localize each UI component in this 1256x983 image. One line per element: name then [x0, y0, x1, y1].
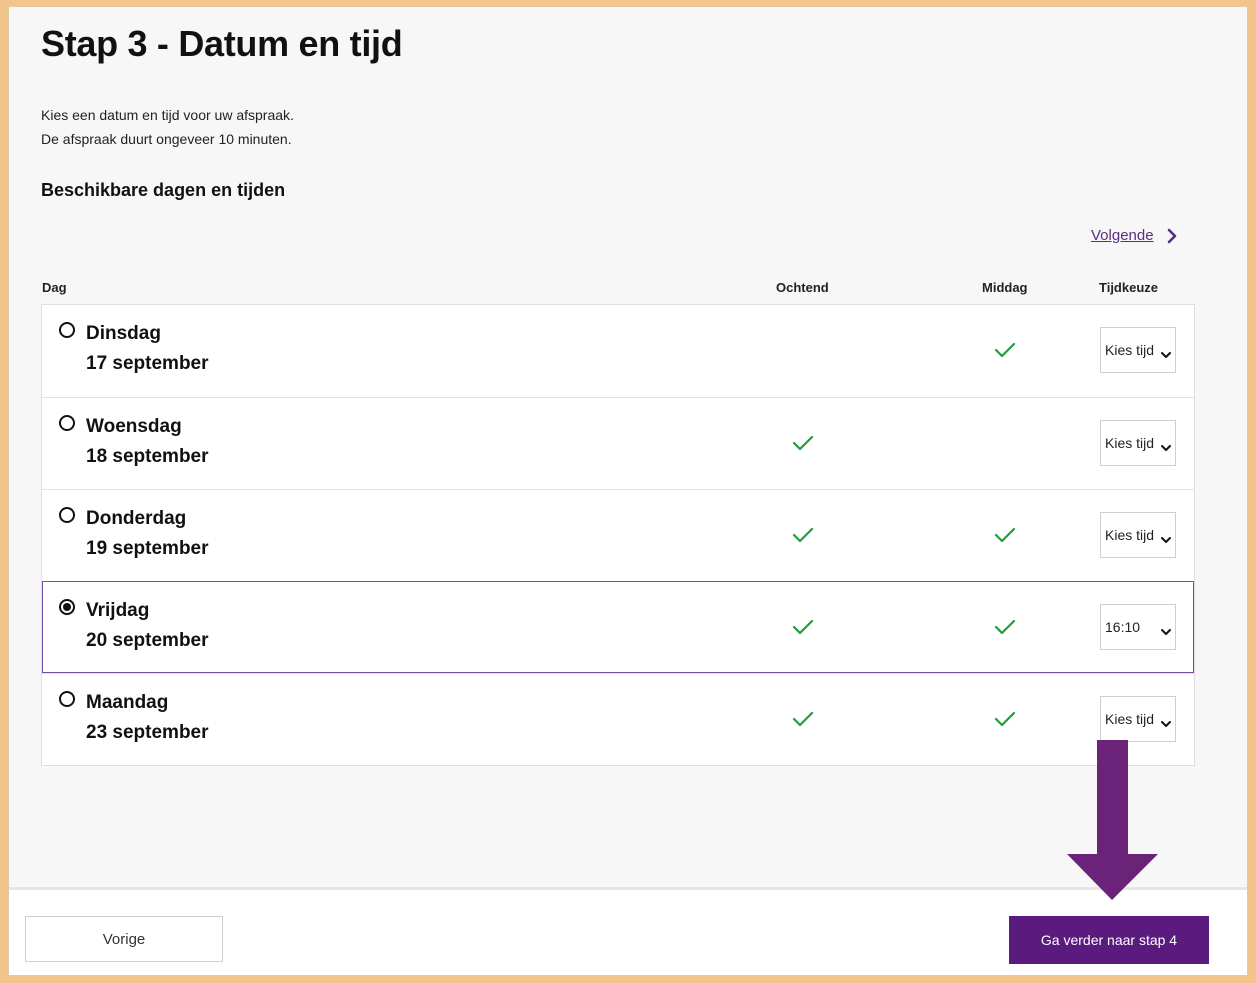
- column-header-morning: Ochtend: [776, 280, 829, 295]
- day-date: 17 september: [86, 353, 209, 374]
- chevron-down-icon: [1161, 715, 1171, 727]
- previous-button[interactable]: Vorige: [25, 916, 223, 962]
- time-select-value: 16:10: [1105, 619, 1141, 635]
- day-name: Vrijdag: [86, 600, 150, 621]
- morning-check-icon: [792, 618, 814, 636]
- day-radio[interactable]: [59, 691, 75, 707]
- afternoon-check-icon: [994, 618, 1016, 636]
- table-row[interactable]: Maandag 23 september Kies tijd: [42, 673, 1194, 765]
- time-select[interactable]: Kies tijd: [1100, 327, 1176, 373]
- availability-table: Dinsdag 17 september Kies tijd Woensdag 18 s…: [41, 304, 1195, 766]
- time-select-value: Kies tijd: [1105, 435, 1155, 451]
- afternoon-check-icon: [994, 710, 1016, 728]
- next-week-link[interactable]: Volgende: [1091, 227, 1178, 244]
- column-header-day: Dag: [42, 280, 67, 295]
- continue-button[interactable]: Ga verder naar stap 4: [1009, 916, 1209, 964]
- morning-check-icon: [792, 526, 814, 544]
- time-select[interactable]: Kies tijd: [1100, 512, 1176, 558]
- day-radio[interactable]: [59, 322, 75, 338]
- next-link-label: Volgende: [1091, 227, 1154, 244]
- day-name: Maandag: [86, 692, 169, 713]
- morning-check-icon: [792, 710, 814, 728]
- time-select[interactable]: Kies tijd: [1100, 420, 1176, 466]
- day-radio[interactable]: [59, 415, 75, 431]
- day-name: Donderdag: [86, 508, 187, 529]
- table-row[interactable]: Vrijdag 20 september 16:10: [42, 581, 1194, 673]
- day-name: Woensdag: [86, 416, 182, 437]
- chevron-down-icon: [1161, 439, 1171, 451]
- intro-text: Kies een datum en tijd voor uw afspraak.…: [41, 103, 294, 151]
- time-select-value: Kies tijd: [1105, 342, 1155, 358]
- chevron-right-icon: [1166, 228, 1178, 244]
- arrow-down-icon: [1064, 740, 1164, 905]
- day-radio[interactable]: [59, 507, 75, 523]
- column-header-time: Tijdkeuze: [1099, 280, 1159, 295]
- chevron-down-icon: [1161, 346, 1171, 358]
- day-name: Dinsdag: [86, 323, 161, 344]
- chevron-down-icon: [1161, 623, 1171, 635]
- time-select[interactable]: Kies tijd: [1100, 696, 1176, 742]
- day-date: 18 september: [86, 446, 209, 467]
- afternoon-check-icon: [994, 526, 1016, 544]
- time-select-value: Kies tijd: [1105, 711, 1155, 727]
- afternoon-check-icon: [994, 341, 1016, 359]
- day-radio[interactable]: [59, 599, 75, 615]
- table-row[interactable]: Woensdag 18 september Kies tijd: [42, 397, 1194, 489]
- time-select[interactable]: 16:10: [1100, 604, 1176, 650]
- column-header-afternoon: Middag: [982, 280, 1028, 295]
- morning-check-icon: [792, 434, 814, 452]
- page-title: Stap 3 - Datum en tijd: [41, 23, 403, 64]
- table-row[interactable]: Dinsdag 17 september Kies tijd: [42, 305, 1194, 397]
- intro-line: De afspraak duurt ongeveer 10 minuten.: [41, 131, 292, 147]
- intro-line: Kies een datum en tijd voor uw afspraak.: [41, 107, 294, 123]
- page-frame: Stap 3 - Datum en tijd Kies een datum en…: [8, 6, 1248, 976]
- footer-bar: Vorige Ga verder naar stap 4: [9, 887, 1247, 975]
- time-select-value: Kies tijd: [1105, 527, 1155, 543]
- section-title: Beschikbare dagen en tijden: [41, 180, 286, 200]
- day-date: 19 september: [86, 538, 209, 559]
- day-date: 23 september: [86, 722, 209, 743]
- day-date: 20 september: [86, 630, 209, 651]
- table-row[interactable]: Donderdag 19 september Kies tijd: [42, 489, 1194, 581]
- main-content: Stap 3 - Datum en tijd Kies een datum en…: [9, 7, 1247, 887]
- chevron-down-icon: [1161, 531, 1171, 543]
